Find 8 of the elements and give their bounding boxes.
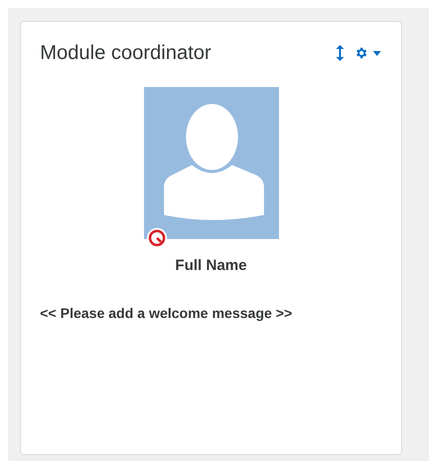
full-name: Full Name xyxy=(175,256,247,276)
caret-icon xyxy=(373,50,381,56)
settings-menu-button[interactable] xyxy=(354,46,381,60)
welcome-message: << Please add a welcome message >> xyxy=(40,304,292,320)
avatar-icon xyxy=(144,87,278,239)
block-title: Module coordinator xyxy=(40,41,212,66)
move-icon[interactable] xyxy=(336,45,344,61)
settings-icon xyxy=(354,46,368,60)
